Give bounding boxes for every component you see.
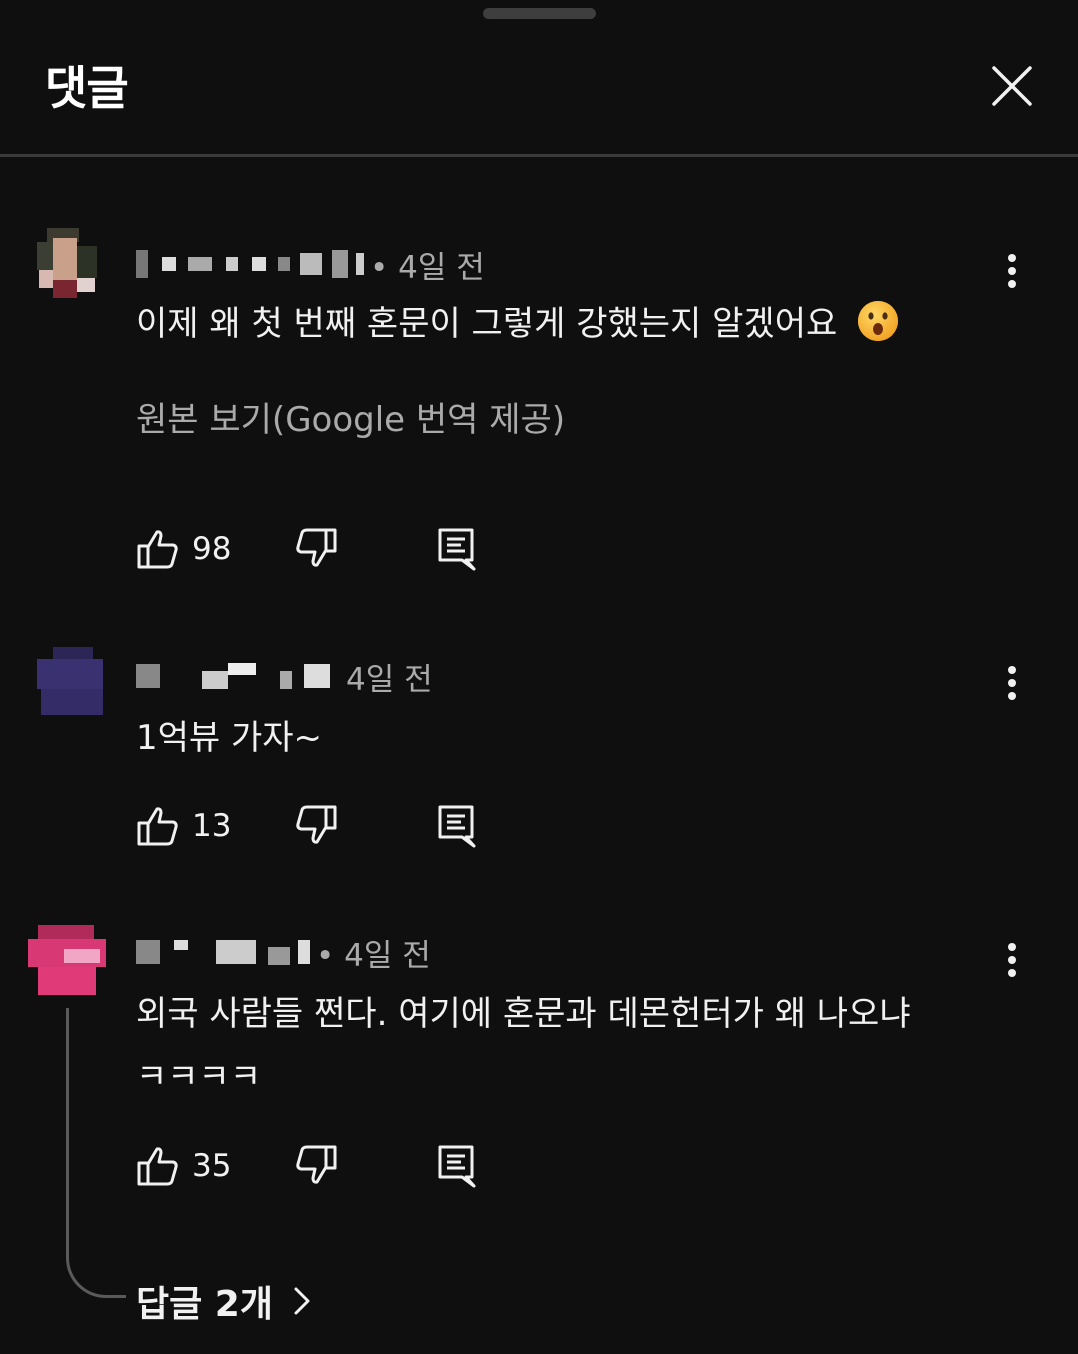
close-button[interactable]	[984, 58, 1040, 114]
comments-header: 댓글	[0, 0, 1078, 157]
thumb-down-icon	[296, 805, 337, 844]
chevron-right-icon	[294, 1287, 310, 1315]
reply-thread-line	[66, 1008, 126, 1298]
comment-text: 이제 왜 첫 번째 혼문이 그렇게 강했는지 알겠어요	[136, 296, 900, 352]
close-icon	[992, 66, 1032, 106]
comment-actions: 13	[136, 803, 496, 849]
page-title: 댓글	[45, 61, 129, 115]
comment-menu-button[interactable]	[992, 246, 1032, 296]
replies-count-label: 답글 2개	[136, 1284, 273, 1325]
comment-time[interactable]: • 4일 전	[316, 930, 431, 975]
reply-button[interactable]	[436, 526, 478, 576]
comment-text: 1억뷰 가자~	[136, 718, 323, 758]
author-name-redacted[interactable]	[136, 250, 364, 278]
like-count: 98	[192, 531, 232, 567]
like-button[interactable]: 13	[136, 803, 231, 849]
like-button[interactable]: 98	[136, 526, 231, 572]
like-count: 13	[192, 808, 232, 844]
more-vert-icon	[1008, 943, 1016, 977]
thumb-up-icon	[137, 1147, 178, 1186]
thumb-down-icon	[296, 1145, 337, 1184]
comment-meta: 4일 전	[136, 654, 433, 699]
dislike-button[interactable]	[294, 803, 338, 851]
comment-text: 외국 사람들 쩐다. 여기에 혼문과 데몬헌터가 왜 나오냐 ㅋㅋㅋㅋ	[136, 994, 911, 1097]
reply-button[interactable]	[436, 1143, 478, 1193]
reply-icon	[438, 1145, 476, 1188]
thumb-up-icon	[137, 807, 178, 846]
like-count: 35	[192, 1148, 232, 1184]
more-vert-icon	[1008, 666, 1016, 700]
comment-meta: • 4일 전	[136, 242, 485, 287]
avatar[interactable]	[33, 228, 103, 298]
view-replies-button[interactable]: 답글 2개	[136, 1274, 317, 1328]
dislike-button[interactable]	[294, 526, 338, 574]
comment-meta: • 4일 전	[136, 930, 431, 975]
reply-icon	[438, 805, 476, 848]
comment-menu-button[interactable]	[992, 935, 1032, 985]
comment-time[interactable]: • 4일 전	[370, 242, 485, 287]
thumb-down-icon	[296, 528, 337, 567]
comment-actions: 98	[136, 526, 496, 572]
more-vert-icon	[1008, 254, 1016, 288]
comment-menu-button[interactable]	[992, 658, 1032, 708]
comment-time[interactable]: 4일 전	[346, 654, 433, 699]
author-name-redacted[interactable]	[136, 939, 310, 965]
hushed-face-emoji-icon	[856, 299, 900, 352]
author-name-redacted[interactable]	[136, 663, 340, 689]
show-original-link[interactable]: 원본 보기(Google 번역 제공)	[136, 392, 565, 441]
reply-icon	[438, 528, 476, 571]
avatar[interactable]	[26, 925, 108, 999]
like-button[interactable]: 35	[136, 1143, 231, 1189]
avatar[interactable]	[33, 645, 103, 715]
comment-actions: 35	[136, 1143, 496, 1189]
thumb-up-icon	[137, 530, 178, 569]
reply-button[interactable]	[436, 803, 478, 853]
dislike-button[interactable]	[294, 1143, 338, 1191]
